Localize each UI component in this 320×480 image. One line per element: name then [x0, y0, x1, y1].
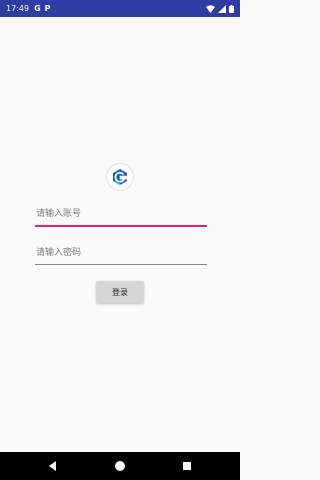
navigation-bar	[0, 452, 240, 480]
home-icon[interactable]	[113, 459, 127, 473]
p-notification-icon: P	[44, 4, 51, 13]
login-button[interactable]: 登录	[96, 281, 144, 303]
signal-icon	[218, 4, 226, 13]
password-input[interactable]	[35, 242, 207, 265]
logo-icon	[113, 169, 127, 185]
status-time: 17:49	[6, 4, 30, 13]
battery-icon	[229, 4, 234, 13]
recent-apps-icon[interactable]	[180, 459, 194, 473]
account-input[interactable]	[35, 203, 207, 227]
status-bar: 17:49 G P	[0, 0, 240, 17]
app-logo	[107, 164, 133, 190]
wifi-icon	[206, 4, 215, 13]
google-notification-icon: G	[34, 4, 41, 13]
back-icon[interactable]	[46, 459, 60, 473]
